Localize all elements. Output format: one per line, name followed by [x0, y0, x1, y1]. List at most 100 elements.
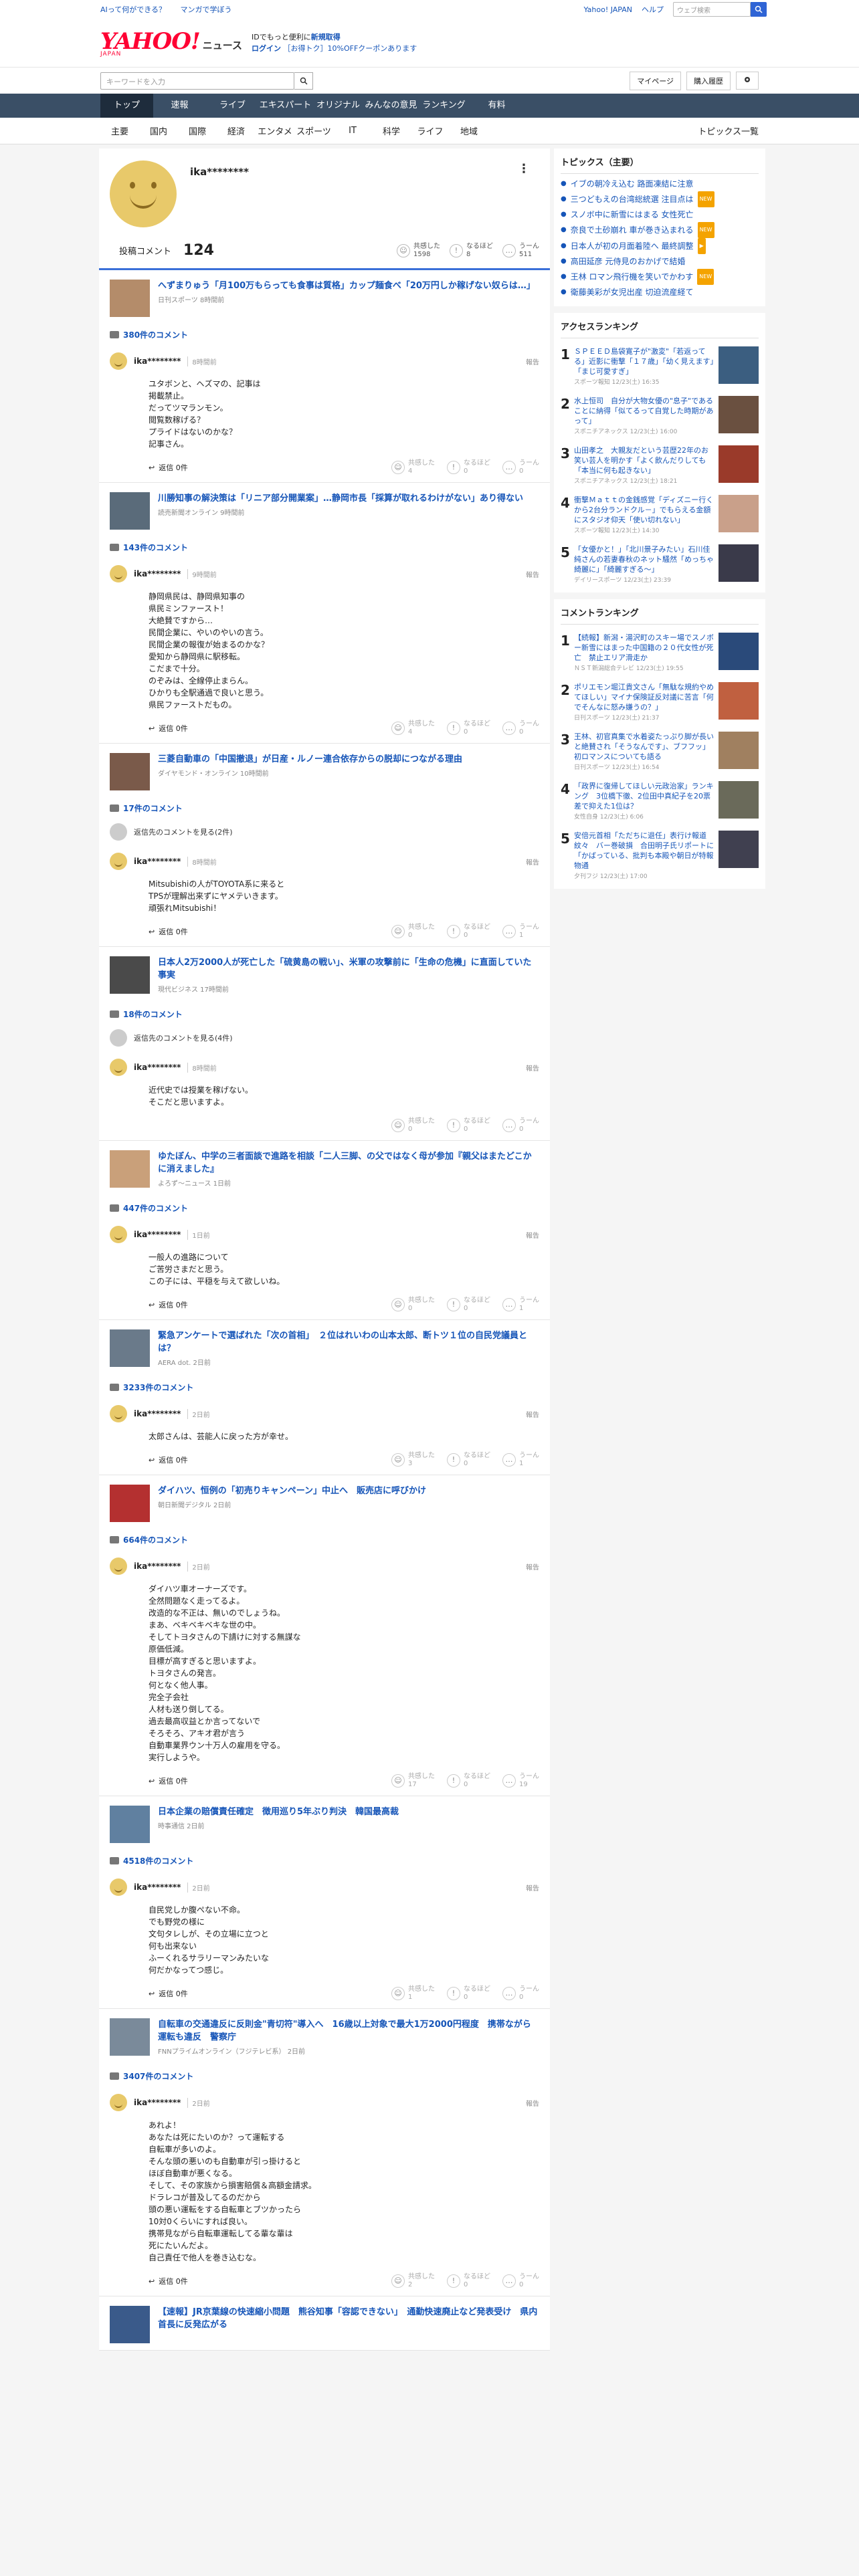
naruhodo-button[interactable]: ! なるほど 0 — [447, 1297, 490, 1313]
ranking-item[interactable]: 5 「女優かと！」「北川景子みたい」石川佳純さんの若妻春秋のネット騒然「めっちゃ… — [561, 544, 759, 586]
comment-author[interactable]: ika******** — [134, 569, 181, 578]
help-link[interactable]: ヘルプ — [642, 4, 664, 15]
keyword-search-button[interactable] — [294, 72, 313, 90]
reply-button[interactable]: ↩ 返信 0件 — [149, 1299, 188, 1310]
naruhodo-button[interactable]: ! なるほど 0 — [447, 1773, 490, 1789]
empathy-button[interactable]: ☺ 共感した 0 — [391, 1117, 435, 1134]
report-link[interactable]: 報告 — [526, 857, 539, 867]
article-link[interactable]: 三菱自動車の「中国撤退」が日産・ルノー連合依存からの脱却につながる理由 ダイヤモ… — [110, 753, 539, 790]
report-link[interactable]: 報告 — [526, 1230, 539, 1240]
article-link[interactable]: へずまりゅう「月100万もらっても食事は質格」カップ麺食べ「20万円しか稼げない… — [110, 280, 539, 317]
topic-item[interactable]: ● 高田延彦 元侍見のおかげで結婚 — [561, 254, 759, 269]
cat-life[interactable]: ライフ — [411, 124, 450, 137]
article-title[interactable]: へずまりゅう「月100万もらっても食事は質格」カップ麺食べ「20万円しか稼げない… — [158, 280, 535, 317]
web-search-input[interactable]: ウェブ検索 — [673, 2, 751, 17]
article-comment-count[interactable]: 143件のコメント — [110, 542, 539, 553]
reply-button[interactable]: ↩ 返信 0件 — [149, 1776, 188, 1786]
article-title[interactable]: 緊急アンケートで選ばれた「次の首相」 ２位はれいわの山本太郎、断トツ１位の自民党… — [158, 1329, 539, 1370]
article-title[interactable]: ダイハツ、恒例の「初売りキャンペーン」中止へ 販売店に呼びかけ 朝日新聞デジタル… — [158, 1485, 426, 1522]
keyword-input[interactable]: キーワードを入力 — [100, 72, 294, 90]
topic-item[interactable]: ● スノボ中に新雪にはまる 女性死亡 — [561, 207, 759, 222]
empathy-button[interactable]: ☺ 共感した 4 — [391, 459, 435, 475]
article-title[interactable]: 自転車の交通違反に反則金"青切符"導入へ 16歳以上対象で最大1万2000円程度… — [158, 2018, 539, 2058]
ranking-title[interactable]: ＳＰＥＥＤ島袋寛子が"激変"「若返ってる」近影に衝撃「１７歳」「幼く見えます」「… — [574, 347, 714, 376]
cat-main[interactable]: 主要 — [100, 124, 139, 137]
article-link[interactable]: 川勝知事の解決策は「リニア部分開業案」…静岡市長「採算が取れるわけがない」あり得… — [110, 492, 539, 530]
report-link[interactable]: 報告 — [526, 569, 539, 579]
report-link[interactable]: 報告 — [526, 1562, 539, 1572]
see-parent-comment[interactable]: 返信先のコメントを見る(2件) — [110, 823, 539, 841]
empathy-button[interactable]: ☺ 共感した 3 — [391, 1452, 435, 1468]
ai-link[interactable]: AIって何ができる？ — [100, 5, 166, 14]
topic-item[interactable]: ● イブの朝冷え込む 路面凍結に注意 — [561, 177, 759, 191]
article-link[interactable]: ダイハツ、恒例の「初売りキャンペーン」中止へ 販売店に呼びかけ 朝日新聞デジタル… — [110, 1485, 539, 1522]
report-link[interactable]: 報告 — [526, 2098, 539, 2108]
article-title[interactable]: 【速報】JR京葉線の快速縮小問題 熊谷知事「容認できない」 通勤快速廃止など発表… — [158, 2306, 539, 2343]
comment-author[interactable]: ika******** — [134, 1230, 181, 1239]
web-search-button[interactable] — [751, 2, 767, 17]
nav-paid[interactable]: 有料 — [470, 94, 523, 118]
topic-item[interactable]: ● 三つどもえの台湾総統選 注目点は NEW — [561, 191, 759, 207]
nav-ranking[interactable]: ランキング — [417, 94, 470, 118]
naruhodo-button[interactable]: ! なるほど 0 — [447, 1117, 490, 1134]
cat-sports[interactable]: スポーツ — [294, 124, 333, 137]
nav-top[interactable]: トップ — [100, 94, 153, 118]
empathy-button[interactable]: ☺ 共感した 2 — [391, 2273, 435, 2289]
hmm-button[interactable]: … うーん 1 — [502, 1297, 539, 1313]
topic-item[interactable]: ● 奈良で土砂崩れ 車が巻き込まれる NEW — [561, 222, 759, 238]
article-comment-count[interactable]: 447件のコメント — [110, 1202, 539, 1214]
nav-live[interactable]: ライブ — [206, 94, 259, 118]
nav-original[interactable]: オリジナル — [312, 94, 365, 118]
reply-button[interactable]: ↩ 返信 0件 — [149, 1988, 188, 1999]
reply-button[interactable]: ↩ 返信 0件 — [149, 723, 188, 734]
article-comment-count[interactable]: 17件のコメント — [110, 802, 539, 814]
naruhodo-button[interactable]: ! なるほど 0 — [447, 1452, 490, 1468]
article-link[interactable]: 日本人2万2000人が死亡した「硫黄島の戦い」、米軍の攻撃前に「生命の危機」に直… — [110, 956, 539, 996]
ranking-title[interactable]: 衝撃Ｍａｔｔの金銭感覚「ディズニー行くから2台分ランドクル－」でもらえる金額にス… — [574, 496, 713, 524]
report-link[interactable]: 報告 — [526, 1063, 539, 1073]
reply-button[interactable]: ↩ 返信 0件 — [149, 462, 188, 473]
ranking-title[interactable]: 山田孝之 大親友だという芸歴22年のお笑い芸人を明かす「よく飲んだりしても「本当… — [574, 446, 708, 475]
comment-author[interactable]: ika******** — [134, 356, 181, 366]
article-title[interactable]: 日本人2万2000人が死亡した「硫黄島の戦い」、米軍の攻撃前に「生命の危機」に直… — [158, 956, 539, 996]
empathy-button[interactable]: ☺ 共感した 0 — [391, 1297, 435, 1313]
purchase-history-button[interactable]: 購入履歴 — [686, 71, 731, 90]
report-link[interactable]: 報告 — [526, 1883, 539, 1893]
ranking-title[interactable]: 水上恒司 自分が大物女優の"息子"であることに納得「似てるって自覚した時期があっ… — [574, 397, 713, 425]
reply-button[interactable]: ↩ 返信 0件 — [149, 2276, 188, 2286]
ranking-title[interactable]: ポリエモン堀江貴文さん「無駄な規約やめてほしい」マイナ保険証反対議に苦言「何でそ… — [574, 683, 714, 712]
settings-button[interactable] — [736, 72, 759, 90]
cat-international[interactable]: 国際 — [178, 124, 217, 137]
naruhodo-button[interactable]: ! なるほど 0 — [447, 459, 490, 475]
login-link[interactable]: ログイン — [252, 44, 281, 53]
cat-science[interactable]: 科学 — [372, 124, 411, 137]
report-link[interactable]: 報告 — [526, 356, 539, 366]
article-comment-count[interactable]: 3233件のコメント — [110, 1382, 539, 1393]
article-comment-count[interactable]: 4518件のコメント — [110, 1855, 539, 1866]
ranking-item[interactable]: 1 【続報】新潟・湯沢町のスキー場でスノボー新雪にはまった中国籍の２０代女性が死… — [561, 633, 759, 674]
empathy-button[interactable]: ☺ 共感した 17 — [391, 1773, 435, 1789]
nav-expert[interactable]: エキスパート — [259, 94, 312, 118]
coupon-link[interactable]: ［お得トク］10%OFFクーポンあります — [284, 44, 417, 53]
hmm-button[interactable]: … うーん 19 — [502, 1773, 539, 1789]
article-title[interactable]: 川勝知事の解決策は「リニア部分開業案」…静岡市長「採算が取れるわけがない」あり得… — [158, 492, 523, 530]
article-title[interactable]: ゆたぼん、中学の三者面談で進路を相談「二人三脚、の父ではなく母が参加『親父はまた… — [158, 1150, 539, 1190]
report-link[interactable]: 報告 — [526, 1409, 539, 1419]
comment-author[interactable]: ika******** — [134, 2098, 181, 2107]
article-comment-count[interactable]: 18件のコメント — [110, 1008, 539, 1020]
topic-item[interactable]: ● 日本人が初の月面着陸へ 最終調整 ▶ — [561, 238, 759, 254]
cat-it[interactable]: IT — [333, 126, 372, 136]
ranking-item[interactable]: 3 山田孝之 大親友だという芸歴22年のお笑い芸人を明かす「よく飲んだりしても「… — [561, 445, 759, 487]
article-title[interactable]: 三菱自動車の「中国撤退」が日産・ルノー連合依存からの脱却につながる理由 ダイヤモ… — [158, 753, 462, 790]
ranking-item[interactable]: 1 ＳＰＥＥＤ島袋寛子が"激変"「若返ってる」近影に衝撃「１７歳」「幼く見えます… — [561, 346, 759, 388]
article-comment-count[interactable]: 380件のコメント — [110, 329, 539, 340]
see-parent-comment[interactable]: 返信先のコメントを見る(4件) — [110, 1029, 539, 1047]
empathy-button[interactable]: ☺ 共感した 0 — [391, 924, 435, 940]
ranking-title[interactable]: 「女優かと！」「北川景子みたい」石川佳純さんの若妻春秋のネット騒然「めっちゃ綺麗… — [574, 545, 714, 574]
hmm-button[interactable]: … うーん 0 — [502, 720, 539, 736]
naruhodo-button[interactable]: ! なるほど 0 — [447, 720, 490, 736]
article-link[interactable]: 自転車の交通違反に反則金"青切符"導入へ 16歳以上対象で最大1万2000円程度… — [110, 2018, 539, 2058]
comment-author[interactable]: ika******** — [134, 1883, 181, 1892]
empathy-button[interactable]: ☺ 共感した 4 — [391, 720, 435, 736]
hmm-button[interactable]: … うーん 0 — [502, 2273, 539, 2289]
